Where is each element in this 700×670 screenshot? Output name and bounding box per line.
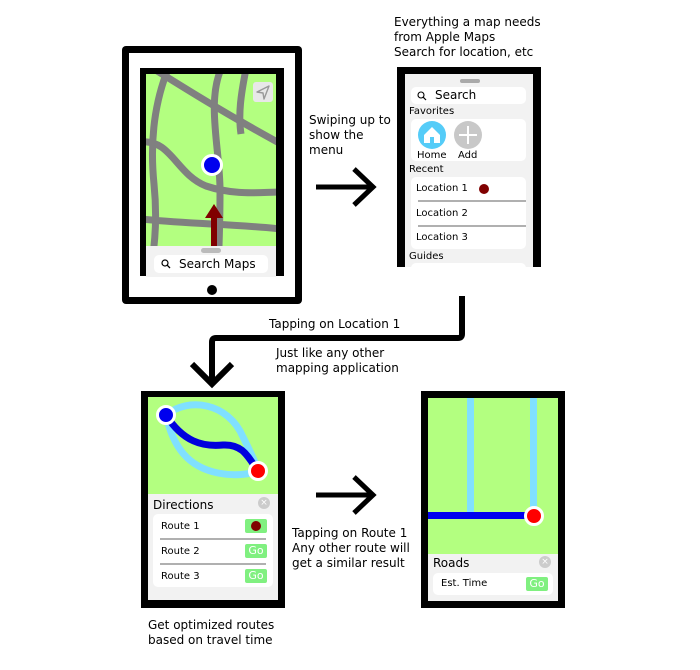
home-icon <box>418 121 446 149</box>
road <box>467 398 474 516</box>
location-button[interactable] <box>253 82 273 102</box>
map-screen-1[interactable]: Search Maps <box>146 74 276 277</box>
close-icon[interactable]: × <box>258 497 270 509</box>
roads-screen[interactable]: Roads × Est. Time Go <box>428 398 558 601</box>
go-button[interactable]: Go <box>526 577 548 591</box>
search-label: Search <box>435 88 477 102</box>
search-icon <box>161 259 171 269</box>
destination-marker <box>524 506 544 526</box>
caption-swipe: Swiping up to show the menu <box>309 113 391 157</box>
directions-sheet: Directions × Route 1 Route 2 Go Route 3 … <box>148 494 278 600</box>
drag-handle[interactable] <box>460 79 480 83</box>
drag-handle[interactable] <box>201 248 221 253</box>
route-row[interactable]: Route 3 Go <box>153 564 273 587</box>
bottom-sheet[interactable]: Search Maps <box>146 246 276 277</box>
road-map <box>428 398 537 519</box>
roads-sheet: Roads × Est. Time Go <box>428 554 558 601</box>
guides-card[interactable] <box>411 263 526 267</box>
caption-mapping-app: Just like any other mapping application <box>276 346 399 375</box>
favorites-heading: Favorites <box>409 106 455 117</box>
go-button[interactable] <box>245 519 267 533</box>
close-icon[interactable]: × <box>539 556 551 568</box>
go-button[interactable]: Go <box>245 544 267 558</box>
est-time-card[interactable]: Est. Time Go <box>433 573 553 595</box>
plus-icon <box>454 121 482 149</box>
menu-screen[interactable]: Search Favorites Home Add Recent Locatio… <box>405 74 533 267</box>
user-location-dot <box>201 154 223 176</box>
tap-marker <box>251 521 261 531</box>
favorite-home[interactable]: Home <box>416 121 448 161</box>
recent-item[interactable]: Location 1 <box>411 177 526 201</box>
tap-marker <box>479 184 489 194</box>
right-arrow-icon <box>316 475 377 515</box>
caption-optimized-routes: Get optimized routes based on travel tim… <box>148 618 275 647</box>
recent-item-label: Location 1 <box>416 183 468 194</box>
favorite-label: Home <box>417 150 447 161</box>
go-button[interactable]: Go <box>245 569 267 583</box>
recent-item[interactable]: Location 3 <box>411 227 526 249</box>
origin-marker <box>156 405 176 425</box>
route-row[interactable]: Route 2 Go <box>153 539 273 563</box>
directions-title: Directions <box>153 498 214 512</box>
recent-card: Location 1 Location 2 Location 3 <box>411 177 526 249</box>
routes-card: Route 1 Route 2 Go Route 3 Go <box>153 514 273 587</box>
alt-route <box>163 401 262 472</box>
search-maps-label: Search Maps <box>179 257 256 271</box>
search-icon <box>417 91 427 101</box>
caption-tap-route: Tapping on Route 1 Any other route will … <box>292 526 410 570</box>
favorite-label: Add <box>458 150 478 161</box>
location-arrow-icon <box>256 85 270 100</box>
right-arrow-icon <box>316 167 377 207</box>
caption-menu-description: Everything a map needs from Apple Maps S… <box>394 15 541 59</box>
recent-heading: Recent <box>409 164 444 175</box>
favorites-card: Home Add <box>411 119 526 161</box>
guides-heading: Guides <box>409 251 444 262</box>
active-route <box>428 512 532 519</box>
destination-marker <box>248 461 268 481</box>
roads-title: Roads <box>433 556 470 570</box>
route-label: Route 1 <box>161 521 200 532</box>
favorite-add[interactable]: Add <box>452 121 484 161</box>
road <box>530 398 537 516</box>
connector-arrow <box>189 296 465 389</box>
recent-item-label: Location 2 <box>416 208 468 219</box>
search-maps-field[interactable]: Search Maps <box>154 255 268 273</box>
caption-tap-location: Tapping on Location 1 <box>269 317 401 331</box>
recent-item[interactable]: Location 2 <box>411 202 526 226</box>
route-label: Route 2 <box>161 546 200 557</box>
recent-item-label: Location 3 <box>416 232 468 243</box>
directions-screen[interactable]: Directions × Route 1 Route 2 Go Route 3 … <box>148 397 278 600</box>
search-field[interactable]: Search <box>411 87 526 104</box>
route-row[interactable]: Route 1 <box>153 514 273 538</box>
est-time-label: Est. Time <box>441 578 488 589</box>
route-label: Route 3 <box>161 571 200 582</box>
